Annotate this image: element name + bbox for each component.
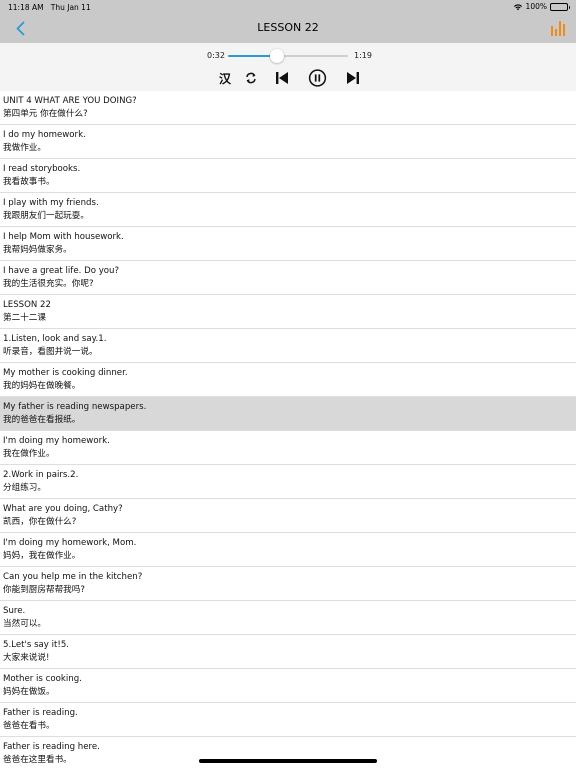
- next-icon[interactable]: [345, 70, 361, 86]
- pause-icon[interactable]: [308, 68, 327, 88]
- sentence-chinese: 当然可以。: [3, 619, 46, 629]
- sentence-english: Father is reading.: [3, 708, 78, 718]
- battery-icon: [550, 2, 570, 11]
- sentence-english: I'm doing my homework, Mom.: [3, 538, 137, 548]
- sentence-row[interactable]: 5.Let's say it!5. 大家来说说!: [0, 635, 576, 669]
- sentence-row[interactable]: I'm doing my homework. 我在做作业。: [0, 431, 576, 465]
- status-time-date: 11:18 AM Thu Jan 11: [8, 3, 91, 12]
- progress-knob[interactable]: [269, 49, 284, 63]
- sentence-row[interactable]: UNIT 4 WHAT ARE YOU DOING? 第四单元 你在做什么?: [0, 91, 576, 125]
- audio-player: 0:32 1:19 汉: [0, 43, 576, 91]
- sentence-row[interactable]: I help Mom with housework. 我帮妈妈做家务。: [0, 227, 576, 261]
- sentence-english: My mother is cooking dinner.: [3, 368, 128, 378]
- sentence-row[interactable]: I have a great life. Do you? 我的生活很充实。你呢?: [0, 261, 576, 295]
- sentence-row[interactable]: What are you doing, Cathy? 凯西，你在做什么?: [0, 499, 576, 533]
- sentence-chinese: 妈妈在做饭。: [3, 687, 55, 697]
- sentence-row[interactable]: My mother is cooking dinner. 我的妈妈在做晚餐。: [0, 363, 576, 397]
- sentence-english: 5.Let's say it!5.: [3, 640, 70, 650]
- sentence-row[interactable]: I'm doing my homework, Mom. 妈妈，我在做作业。: [0, 533, 576, 567]
- sentence-chinese: 第四单元 你在做什么?: [3, 109, 88, 119]
- sentence-chinese: 我的妈妈在做晚餐。: [3, 381, 81, 391]
- sentence-english: Mother is cooking.: [3, 674, 82, 684]
- sentence-row[interactable]: Can you help me in the kitchen? 你能到厨房帮帮我吗…: [0, 567, 576, 601]
- sentence-english: 2.Work in pairs.2.: [3, 470, 79, 480]
- sentence-list[interactable]: UNIT 4 WHAT ARE YOU DOING? 第四单元 你在做什么? I d…: [0, 91, 576, 768]
- sentence-english: I'm doing my homework.: [3, 436, 110, 446]
- sentence-english: I do my homework.: [3, 130, 86, 140]
- translation-toggle-button[interactable]: 汉: [217, 70, 233, 86]
- total-duration: 1:19: [354, 51, 372, 60]
- sentence-chinese: 我的爸爸在看报纸。: [3, 415, 81, 425]
- sentence-chinese: 我跟朋友们一起玩耍。: [3, 211, 89, 221]
- home-indicator: [199, 759, 377, 763]
- elapsed-time: 0:32: [207, 51, 225, 60]
- sentence-chinese: 分组练习。: [3, 483, 46, 493]
- sentence-row[interactable]: Father is reading here. 爸爸在这里看书。: [0, 737, 576, 768]
- sentence-row[interactable]: My father is reading newspapers. 我的爸爸在看报纸…: [0, 397, 576, 431]
- sentence-english: UNIT 4 WHAT ARE YOU DOING?: [3, 96, 137, 106]
- loop-icon[interactable]: [244, 70, 258, 86]
- sentence-row[interactable]: Sure. 当然可以。: [0, 601, 576, 635]
- sentence-chinese: 我在做作业。: [3, 449, 55, 459]
- progress-slider[interactable]: [228, 49, 348, 63]
- sentence-english: I have a great life. Do you?: [3, 266, 120, 276]
- sentence-chinese: 我帮妈妈做家务。: [3, 245, 72, 255]
- sentence-row[interactable]: I do my homework. 我做作业。: [0, 125, 576, 159]
- sentence-chinese: 爸爸在看书。: [3, 721, 55, 731]
- sentence-chinese: 第二十二课: [3, 313, 46, 323]
- status-date: Thu Jan 11: [50, 3, 91, 12]
- sentence-row[interactable]: Mother is cooking. 妈妈在做饭。: [0, 669, 576, 703]
- sentence-english: I read storybooks.: [3, 164, 81, 174]
- sentence-chinese: 我的生活很充实。你呢?: [3, 279, 94, 289]
- sentence-chinese: 我做作业。: [3, 143, 46, 153]
- sentence-english: What are you doing, Cathy?: [3, 504, 123, 514]
- sentence-english: Can you help me in the kitchen?: [3, 572, 143, 582]
- sentence-row[interactable]: I play with my friends. 我跟朋友们一起玩耍。: [0, 193, 576, 227]
- sentence-chinese: 凯西，你在做什么?: [3, 517, 77, 527]
- sentence-row[interactable]: I read storybooks. 我看故事书。: [0, 159, 576, 193]
- page-title: LESSON 22: [257, 21, 319, 34]
- status-right: 100%: [513, 2, 570, 11]
- sentence-english: I help Mom with housework.: [3, 232, 124, 242]
- sentence-row[interactable]: Father is reading. 爸爸在看书。: [0, 703, 576, 737]
- sentence-english: Sure.: [3, 606, 26, 616]
- wifi-icon: [513, 3, 522, 10]
- sentence-chinese: 妈妈，我在做作业。: [3, 551, 81, 561]
- navigation-bar: LESSON 22: [0, 14, 576, 43]
- sentence-english: I play with my friends.: [3, 198, 99, 208]
- sentence-chinese: 大家来说说!: [3, 653, 50, 663]
- sentence-english: Father is reading here.: [3, 742, 100, 752]
- battery-percent: 100%: [525, 2, 547, 11]
- status-bar: 11:18 AM Thu Jan 11 100%: [0, 0, 576, 14]
- sentence-row[interactable]: LESSON 22 第二十二课: [0, 295, 576, 329]
- sentence-english: 1.Listen, look and say.1.: [3, 334, 107, 344]
- status-time: 11:18 AM: [8, 3, 44, 12]
- previous-icon[interactable]: [274, 70, 290, 86]
- bar-list-icon[interactable]: [551, 20, 565, 36]
- sentence-english: LESSON 22: [3, 300, 51, 310]
- sentence-row[interactable]: 1.Listen, look and say.1. 听录音，看图并说一说。: [0, 329, 576, 363]
- sentence-chinese: 听录音，看图并说一说。: [3, 347, 98, 357]
- sentence-chinese: 你能到厨房帮帮我吗?: [3, 585, 85, 595]
- sentence-english: My father is reading newspapers.: [3, 402, 147, 412]
- sentence-chinese: 我看故事书。: [3, 177, 55, 187]
- sentence-row[interactable]: 2.Work in pairs.2. 分组练习。: [0, 465, 576, 499]
